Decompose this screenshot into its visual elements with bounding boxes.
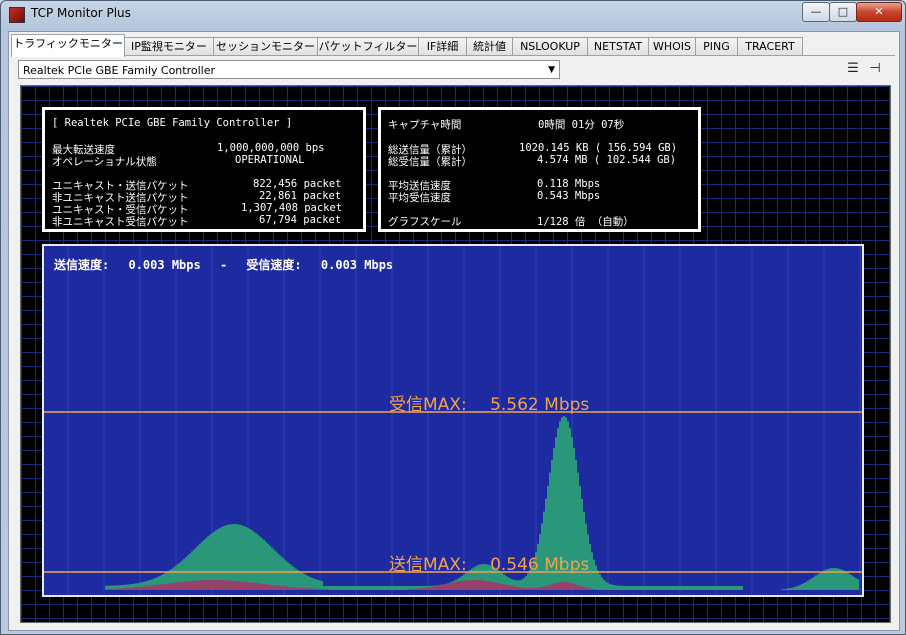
app-window: TCP Monitor Plus — □ ✕ トラフィックモニター IP監視モニ… [0,0,906,635]
current-speed-line: 送信速度: 0.003 Mbps - 受信速度: 0.003 Mbps [54,256,393,273]
info-label: グラフスケール [388,216,462,228]
title-bar[interactable]: TCP Monitor Plus — □ ✕ [1,1,905,29]
send-max-value: 0.546 Mbps [490,555,590,575]
tab-tracert[interactable]: TRACERT [737,37,803,56]
info-value: 1,307,408 packet [241,202,343,214]
maximize-button[interactable]: □ [829,2,857,22]
tab-session-monitor[interactable]: セッションモニター [213,37,318,56]
chevron-down-icon: ▼ [548,65,555,75]
info-value: 1,000,000,000 bps [217,142,325,154]
client-area: トラフィックモニター IP監視モニター セッションモニター パケットフィルター … [8,31,900,631]
info-label: 非ユニキャスト受信パケット [52,216,189,228]
send-speed-label: 送信速度: [54,258,110,272]
info-value: 822,456 packet [253,178,342,190]
info-label: 平均受信速度 [388,192,451,204]
recv-speed-label: 受信速度: [246,258,302,272]
tab-ping[interactable]: PING [695,37,738,56]
adapter-info-box: [ Realtek PCIe GBE Family Controller ] 最… [42,107,366,232]
window-title: TCP Monitor Plus [31,6,131,20]
info-value: 0.118 Mbps [537,178,601,190]
info-value: 1/128 倍 （自動） [537,216,634,228]
recv-speed-value: 0.003 Mbps [320,258,394,272]
tab-ip-monitor[interactable]: IP監視モニター [124,37,214,56]
toolbar: Realtek PCIe GBE Family Controller ▼ ☰ ⊣ [9,56,899,84]
capture-info-box: キャプチャ時間 0時間 01分 07秒 総送信量（累計） 1020.145 KB… [378,107,701,232]
tab-nslookup[interactable]: NSLOOKUP [512,37,588,56]
adapter-header: [ Realtek PCIe GBE Family Controller ] [52,117,293,129]
recv-max-label: 受信MAX: 5.562 Mbps [389,390,589,415]
app-icon [9,7,25,23]
close-button[interactable]: ✕ [856,2,902,22]
send-speed-value: 0.003 Mbps [128,258,201,272]
tab-if-detail[interactable]: IF詳細 [418,37,467,56]
tab-traffic-monitor[interactable]: トラフィックモニター [11,34,125,57]
list-icon[interactable]: ☰ [845,62,861,76]
send-max-title: 送信MAX: [389,555,467,575]
recv-max-title: 受信MAX: [389,395,467,415]
tab-netstat[interactable]: NETSTAT [587,37,649,56]
info-value: OPERATIONAL [235,154,305,166]
traffic-monitor-panel: [ Realtek PCIe GBE Family Controller ] 最… [20,85,891,623]
info-value: 1020.145 KB ( 156.594 GB) [519,142,678,154]
info-value: 4.574 MB ( 102.544 GB) [537,154,677,166]
traffic-graph-svg [44,246,862,595]
info-value: 0時間 01分 07秒 [538,119,625,131]
info-value: 22,861 packet [259,190,342,202]
tab-packet-filter[interactable]: パケットフィルター [317,37,419,56]
recv-max-value: 5.562 Mbps [490,395,590,415]
info-label: 総受信量（累計） [388,156,472,168]
traffic-graph: 送信速度: 0.003 Mbps - 受信速度: 0.003 Mbps 受信MA… [42,244,864,597]
send-max-label: 送信MAX: 0.546 Mbps [389,550,589,575]
info-label: オペレーショナル状態 [52,156,157,168]
tab-statistics[interactable]: 統計値 [466,37,513,56]
info-label: キャプチャ時間 [388,119,462,131]
adapter-select[interactable]: Realtek PCIe GBE Family Controller ▼ [18,60,560,79]
minimize-button[interactable]: — [802,2,830,22]
info-value: 0.543 Mbps [537,190,601,202]
adapter-select-value: Realtek PCIe GBE Family Controller [23,64,216,77]
speed-separator: - [219,258,228,272]
pin-icon[interactable]: ⊣ [867,62,883,76]
tab-whois[interactable]: WHOIS [648,37,696,56]
info-value: 67,794 packet [259,214,342,226]
